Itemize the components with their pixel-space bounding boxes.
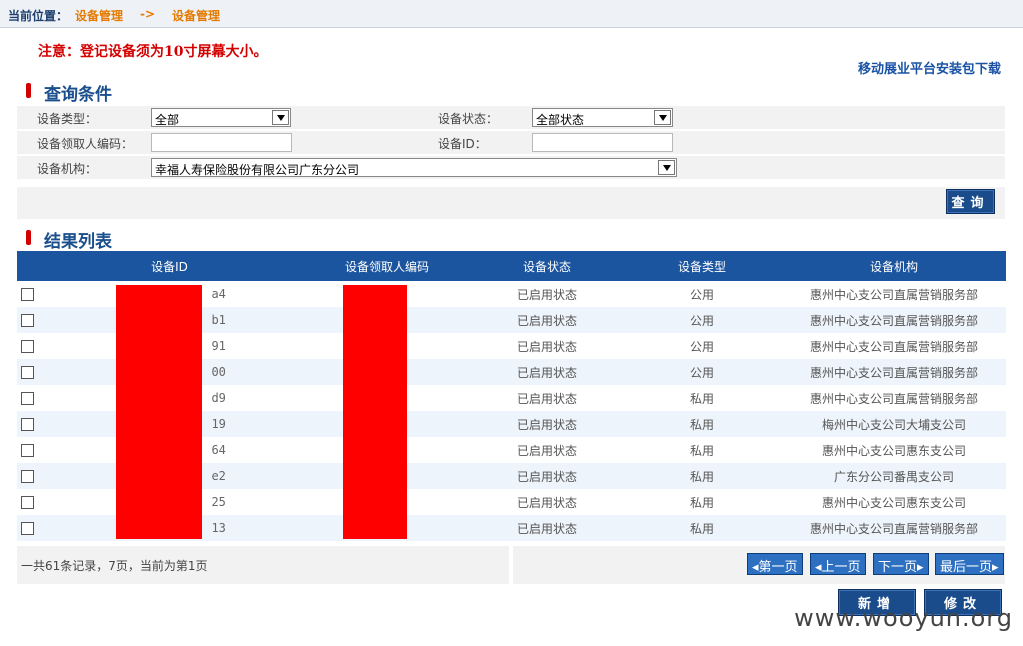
filter-row-2: 设备领取人编码： 设备ID： — [17, 131, 1005, 154]
redaction-block-id — [116, 285, 202, 539]
org-label: 设备机构： — [37, 162, 98, 176]
device-status-cell: 已启用状态 — [516, 443, 577, 458]
row-checkbox[interactable] — [21, 366, 34, 379]
row-checkbox[interactable] — [21, 392, 34, 405]
row-checkbox[interactable] — [21, 340, 34, 353]
row-checkbox[interactable] — [21, 470, 34, 483]
breadcrumb-path-2[interactable]: 设备管理 — [172, 7, 220, 24]
device-status-cell: 已启用状态 — [516, 391, 577, 406]
device-status-cell: 已启用状态 — [472, 307, 622, 333]
column-device-status: 设备状态 — [472, 251, 622, 281]
device-status-cell: 已启用状态 — [516, 339, 577, 354]
device-type-cell: 私用 — [689, 495, 714, 510]
column-device-org: 设备机构 — [782, 251, 1006, 281]
select-column-header — [17, 251, 37, 281]
device-org-cell: 广东分公司番禺支公司 — [782, 463, 1006, 489]
device-type-cell: 私用 — [622, 463, 782, 489]
redaction-block-receiver — [343, 285, 407, 539]
device-org-cell: 梅州中心支公司大埔支公司 — [782, 411, 1006, 437]
chevron-down-icon[interactable] — [272, 110, 289, 125]
row-checkbox[interactable] — [21, 444, 34, 457]
breadcrumb-path-1[interactable]: 设备管理 — [75, 7, 123, 24]
device-type-cell: 公用 — [622, 359, 782, 385]
device-org-cell: 惠州中心支公司直属营销服务部 — [782, 307, 1006, 333]
device-type-cell: 私用 — [622, 515, 782, 541]
row-checkbox[interactable] — [21, 418, 34, 431]
device-org-cell: 惠州中心支公司直属营销服务部 — [809, 339, 978, 354]
row-checkbox-cell — [17, 411, 37, 437]
device-status-cell: 已启用状态 — [472, 359, 622, 385]
breadcrumb: 当前位置： 设备管理 -> 设备管理 — [0, 0, 1023, 28]
device-status-cell: 已启用状态 — [472, 515, 622, 541]
device-org-cell: 惠州中心支公司直属营销服务部 — [782, 515, 1006, 541]
device-id-input[interactable] — [532, 133, 673, 152]
column-receiver-code: 设备领取人编码 — [302, 251, 472, 281]
device-id-label: 设备ID： — [438, 137, 487, 151]
breadcrumb-label: 当前位置： — [8, 9, 69, 23]
row-checkbox-cell — [17, 333, 37, 359]
device-org-cell: 惠州中心支公司直属营销服务部 — [809, 391, 978, 406]
device-org-cell: 惠州中心支公司惠东支公司 — [821, 495, 966, 510]
device-type-select[interactable]: 全部 — [151, 108, 291, 127]
device-type-cell: 公用 — [622, 307, 782, 333]
pagination-divider — [509, 546, 513, 584]
device-type-label: 设备类型： — [37, 112, 98, 126]
org-select[interactable]: 幸福人寿保险股份有限公司广东分公司 — [151, 158, 677, 177]
row-checkbox[interactable] — [21, 314, 34, 327]
device-org-cell: 惠州中心支公司直属营销服务部 — [782, 359, 1006, 385]
row-checkbox[interactable] — [21, 496, 34, 509]
query-button[interactable]: 查询 — [946, 189, 995, 214]
breadcrumb-separator: -> — [140, 7, 156, 21]
device-status-cell: 已启用状态 — [472, 463, 622, 489]
section-marker-icon — [26, 230, 31, 245]
device-type-cell: 私用 — [622, 411, 782, 437]
row-checkbox-cell — [17, 437, 37, 463]
device-status-select[interactable]: 全部状态 — [532, 108, 673, 127]
pagination-info: 一共61条记录，7页，当前为第1页 — [21, 559, 208, 573]
receiver-code-input[interactable] — [151, 133, 292, 152]
receiver-code-label: 设备领取人编码： — [37, 137, 134, 151]
device-type-cell: 私用 — [689, 443, 714, 458]
column-device-id: 设备ID — [37, 251, 302, 281]
row-checkbox-cell — [17, 463, 37, 489]
row-checkbox[interactable] — [21, 288, 34, 301]
row-checkbox-cell — [17, 307, 37, 333]
last-page-button[interactable]: 最后一页▸ — [935, 553, 1004, 575]
filter-row-1: 设备类型： 全部 设备状态： 全部状态 — [17, 106, 1005, 129]
device-org-cell: 惠州中心支公司惠东支公司 — [821, 443, 966, 458]
device-status-cell: 已启用状态 — [516, 495, 577, 510]
device-status-cell: 已启用状态 — [516, 287, 577, 302]
query-button-bar: 查询 — [17, 187, 1005, 219]
prev-page-button[interactable]: ◂上一页 — [810, 553, 866, 575]
device-type-cell: 私用 — [689, 391, 714, 406]
device-org-cell: 惠州中心支公司直属营销服务部 — [809, 287, 978, 302]
next-page-button[interactable]: 下一页▸ — [873, 553, 929, 575]
row-checkbox-cell — [17, 515, 37, 541]
device-type-cell: 公用 — [689, 339, 714, 354]
last-page-icon: ▸ — [992, 559, 999, 574]
download-package-link[interactable]: 移动展业平台安装包下载 — [858, 58, 1001, 77]
column-device-type: 设备类型 — [622, 251, 782, 281]
row-checkbox[interactable] — [21, 522, 34, 535]
device-status-label: 设备状态： — [438, 112, 499, 126]
first-page-button[interactable]: ◂第一页 — [747, 553, 803, 575]
section-marker-icon — [26, 83, 31, 98]
next-page-icon: ▸ — [917, 559, 924, 574]
row-checkbox-cell — [17, 489, 37, 515]
device-status-cell: 已启用状态 — [472, 411, 622, 437]
row-checkbox-cell — [17, 385, 37, 411]
device-type-cell: 公用 — [689, 287, 714, 302]
screen-size-notice: 注意：登记设备须为10寸屏幕大小。 — [38, 44, 268, 60]
chevron-down-icon[interactable] — [658, 160, 675, 175]
watermark: www.wooyun.org — [794, 604, 1013, 632]
filter-row-3: 设备机构： 幸福人寿保险股份有限公司广东分公司 — [17, 156, 1005, 179]
chevron-down-icon[interactable] — [654, 110, 671, 125]
table-header-row: 设备ID 设备领取人编码 设备状态 设备类型 设备机构 — [17, 251, 1006, 281]
pagination-bar: 一共61条记录，7页，当前为第1页 ◂第一页 ◂上一页 下一页▸ 最后一页▸ — [17, 546, 1005, 584]
row-checkbox-cell — [17, 359, 37, 385]
row-checkbox-cell — [17, 281, 37, 307]
